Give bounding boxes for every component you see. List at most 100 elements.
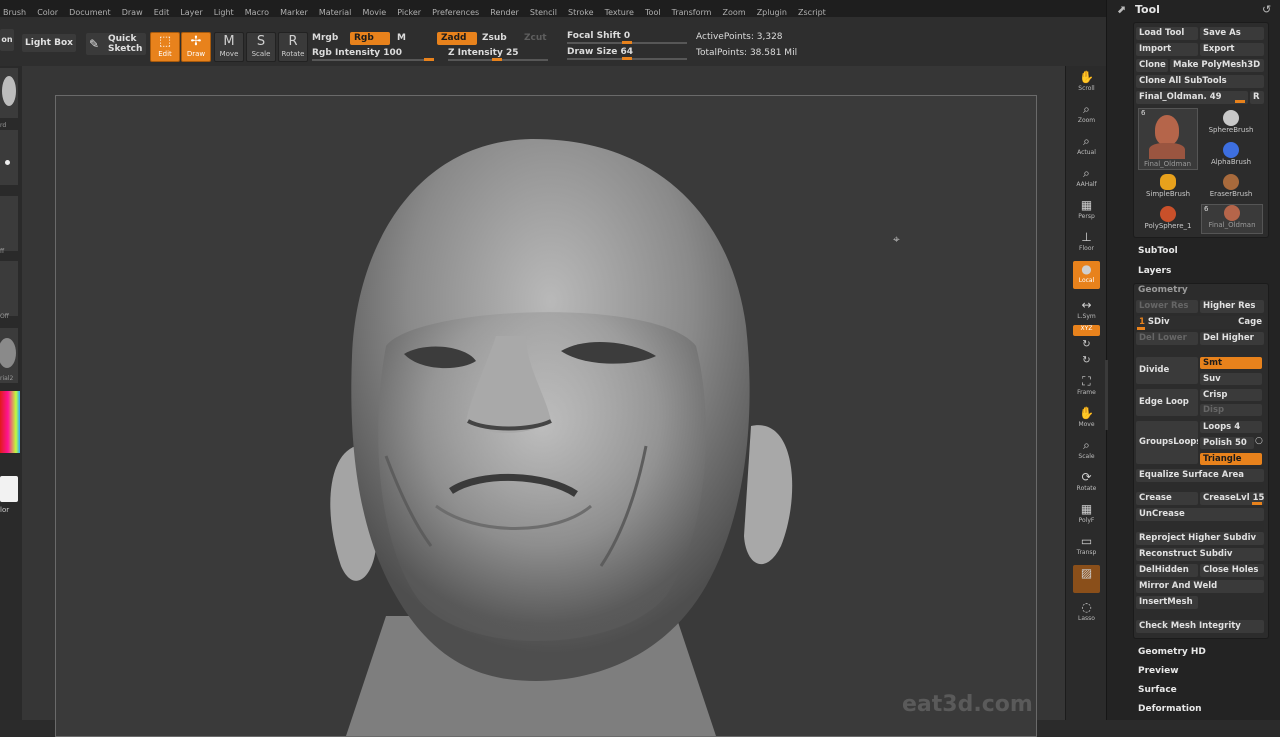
save-as-button[interactable]: Save As [1200, 27, 1264, 40]
menu-item-stencil[interactable]: Stencil [527, 4, 560, 17]
clone-button[interactable]: Clone [1136, 59, 1168, 72]
insert-mesh-button[interactable]: InsertMesh [1136, 596, 1198, 609]
disp-slider[interactable]: Disp [1200, 404, 1262, 416]
menu-item-tool[interactable]: Tool [642, 4, 664, 17]
move-view-button[interactable]: ✋ Move [1073, 405, 1100, 433]
sdiv-knob[interactable] [1137, 327, 1145, 330]
menu-item-edit[interactable]: Edit [151, 4, 173, 17]
r-button[interactable]: R [1250, 91, 1264, 104]
loops-slider[interactable]: Loops 4 [1200, 421, 1262, 433]
main-color-swatch[interactable] [0, 476, 18, 502]
xyz-button[interactable]: XYZ [1073, 325, 1100, 336]
menu-item-picker[interactable]: Picker [394, 4, 424, 17]
reconstruct-subdiv-button[interactable]: Reconstruct Subdiv [1136, 548, 1264, 561]
tool-thumb-spherebrush[interactable]: SphereBrush [1201, 110, 1261, 138]
surface-section[interactable]: Surface [1138, 685, 1177, 695]
polish-circle-icon[interactable]: ○ [1255, 436, 1263, 446]
preview-section[interactable]: Preview [1138, 666, 1179, 676]
deformation-section[interactable]: Deformation [1138, 704, 1202, 714]
equalize-surface-area-button[interactable]: Equalize Surface Area [1136, 469, 1264, 482]
mirror-and-weld-button[interactable]: Mirror And Weld [1136, 580, 1264, 593]
rgb-button[interactable]: Rgb [350, 32, 390, 45]
tool-thumb-simplebrush[interactable]: SimpleBrush [1138, 174, 1198, 202]
menu-item-preferences[interactable]: Preferences [429, 4, 482, 17]
menu-item-stroke[interactable]: Stroke [565, 4, 597, 17]
menu-item-render[interactable]: Render [487, 4, 521, 17]
menu-item-layer[interactable]: Layer [177, 4, 205, 17]
floor-button[interactable]: ⊥ Floor [1073, 229, 1100, 257]
import-button[interactable]: Import [1136, 43, 1198, 56]
subtool-section[interactable]: SubTool [1138, 246, 1178, 256]
menu-item-zoom[interactable]: Zoom [720, 4, 749, 17]
scale-button[interactable]: S Scale [246, 32, 276, 62]
menu-item-light[interactable]: Light [211, 4, 237, 17]
make-polymesh-button[interactable]: Make PolyMesh3D [1170, 59, 1264, 72]
tool-thumb-eraserbrush[interactable]: EraserBrush [1201, 174, 1261, 202]
del-higher-button[interactable]: Del Higher [1200, 332, 1264, 345]
zoom-button[interactable]: ⌕ Zoom [1073, 101, 1100, 129]
palette-grip-icon[interactable]: ⬈ [1117, 3, 1126, 16]
polish-slider[interactable]: Polish 50 [1200, 437, 1254, 449]
menu-item-draw[interactable]: Draw [119, 4, 146, 17]
tool-thumb-final-oldman[interactable]: 6 Final_Oldman [1138, 108, 1198, 170]
clone-all-subtools-button[interactable]: Clone All SubTools [1136, 75, 1264, 88]
menu-item-texture[interactable]: Texture [602, 4, 637, 17]
mrgb-button[interactable]: Mrgb [312, 33, 338, 43]
menu-item-material[interactable]: Material [316, 4, 355, 17]
crease-button[interactable]: Crease [1136, 492, 1198, 505]
focal-shift-knob[interactable] [622, 41, 632, 44]
persp-button[interactable]: ▦ Persp [1073, 197, 1100, 225]
draw-size-knob[interactable] [622, 57, 632, 60]
brush-slot[interactable]: rd [0, 68, 18, 129]
smt-toggle[interactable]: Smt [1200, 357, 1262, 369]
menu-item-zplugin[interactable]: Zplugin [754, 4, 790, 17]
scale-view-button[interactable]: ⌕ Scale [1073, 437, 1100, 465]
cage-button[interactable]: Cage [1222, 316, 1264, 329]
z-intensity-slider[interactable]: Z Intensity 25 [448, 48, 519, 58]
check-mesh-integrity-button[interactable]: Check Mesh Integrity [1136, 620, 1264, 633]
lower-res-button[interactable]: Lower Res [1136, 300, 1198, 313]
zcut-button[interactable]: Zcut [524, 33, 547, 43]
triangle-toggle[interactable]: Triangle [1200, 453, 1262, 465]
groups-loops-button[interactable]: GroupsLoops [1136, 421, 1198, 464]
crisp-toggle[interactable]: Crisp [1200, 389, 1262, 401]
zadd-button[interactable]: Zadd [437, 32, 477, 45]
reproject-higher-subdiv-button[interactable]: Reproject Higher Subdiv [1136, 532, 1264, 545]
tool-thumb-polysphere[interactable]: PolySphere_1 [1138, 206, 1198, 234]
move-button[interactable]: M Move [214, 32, 244, 62]
menu-item-brush[interactable]: Brush [0, 4, 29, 17]
aahalf-button[interactable]: ⌕ AAHalf [1073, 165, 1100, 193]
lasso-button[interactable]: ◌ Lasso [1073, 599, 1100, 627]
material-slot[interactable]: rial2 [0, 328, 18, 383]
color-picker[interactable] [0, 391, 20, 453]
document-frame[interactable] [55, 95, 1037, 737]
current-tool-knob[interactable] [1235, 100, 1245, 103]
higher-res-button[interactable]: Higher Res [1200, 300, 1264, 313]
menu-item-marker[interactable]: Marker [277, 4, 311, 17]
scroll-button[interactable]: ✋ Scroll [1073, 69, 1100, 97]
rgb-intensity-slider[interactable]: Rgb Intensity 100 [312, 48, 402, 58]
rgb-intensity-knob[interactable] [424, 58, 434, 61]
m-button[interactable]: M [397, 33, 406, 43]
current-tool-slider[interactable]: Final_Oldman. 49 [1136, 91, 1248, 104]
local-button[interactable]: ● Local [1073, 261, 1100, 289]
tool-thumb-alphabrush[interactable]: AlphaBrush [1201, 142, 1261, 170]
geometry-hd-section[interactable]: Geometry HD [1138, 647, 1206, 657]
crease-lvl-knob[interactable] [1252, 502, 1262, 505]
panel-scrollbar[interactable] [1105, 360, 1108, 430]
del-lower-button[interactable]: Del Lower [1136, 332, 1198, 345]
transp-button[interactable]: ▭ Transp [1073, 533, 1100, 561]
delhidden-button[interactable]: DelHidden [1136, 564, 1198, 577]
edge-loop-button[interactable]: Edge Loop [1136, 389, 1198, 416]
suv-toggle[interactable]: Suv [1200, 373, 1262, 385]
geometry-section[interactable]: Geometry [1138, 285, 1188, 295]
zsub-button[interactable]: Zsub [482, 33, 507, 43]
edit-button[interactable]: ⬚ Edit [150, 32, 180, 62]
polyf-button[interactable]: ▦ PolyF [1073, 501, 1100, 529]
rotate-view-button[interactable]: ⟳ Rotate [1073, 469, 1100, 497]
menu-item-color[interactable]: Color [34, 4, 61, 17]
frame-button[interactable]: ⛶ Frame [1073, 373, 1100, 401]
lightbox-button[interactable]: Light Box [22, 34, 76, 52]
ghost-button[interactable]: ▨ [1073, 565, 1100, 593]
sculpt-model[interactable] [56, 96, 1036, 736]
